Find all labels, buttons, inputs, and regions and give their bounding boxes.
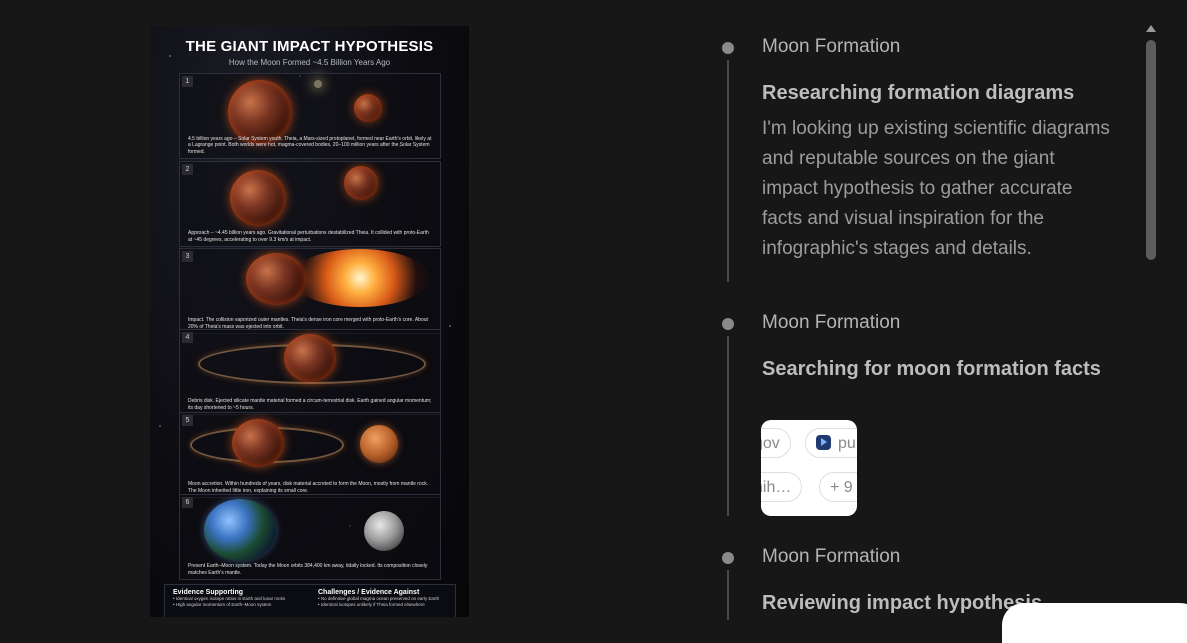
modern-moon-icon [364, 511, 404, 551]
stage-6-panel: 6 Present Earth–Moon system. Today the M… [179, 494, 441, 580]
sources-card[interactable]: gov pu nih… + 9 [761, 420, 857, 516]
step-heading: Researching formation diagrams [762, 82, 1075, 104]
stage-3-art [180, 249, 440, 307]
scroll-up-icon[interactable] [1146, 25, 1156, 32]
stage-description: Present Earth–Moon system. Today the Moo… [188, 563, 428, 576]
modern-earth-icon [204, 499, 276, 561]
evidence-against-title: Challenges / Evidence Against [318, 589, 420, 596]
timeline-dot-icon [722, 42, 734, 54]
stage-3-panel: 3 Impact. The collision vaporized outer … [179, 248, 441, 334]
proto-earth-icon [228, 80, 292, 144]
earth-icon [232, 419, 284, 467]
scrollbar-thumb[interactable] [1146, 40, 1156, 260]
step-category: Moon Formation [762, 546, 901, 567]
evidence-supporting: Evidence Supporting • Identical oxygen i… [173, 589, 313, 608]
stage-6-art [180, 495, 440, 561]
input-panel-edge[interactable] [1002, 603, 1187, 643]
more-sources-chip[interactable]: + 9 [819, 472, 857, 502]
timeline-step-2: Moon Formation Searching for moon format… [720, 312, 1120, 518]
theia-icon [344, 166, 378, 200]
infographic-subtitle: How the Moon Formed ~4.5 Billion Years A… [228, 58, 391, 67]
pubmed-icon [816, 435, 831, 450]
timeline-dot-icon [722, 552, 734, 564]
stage-1-panel: 1 4.5 billion years ago – Solar System y… [179, 73, 441, 159]
stage-5-art [180, 413, 440, 469]
source-chip-label: gov [761, 435, 780, 452]
stage-description: Moon accretion. Within hundreds of years… [188, 481, 429, 494]
timeline-connector [727, 570, 729, 620]
source-chip-label: pu [838, 435, 856, 452]
source-chip-gov[interactable]: gov [761, 428, 791, 458]
stage-4-panel: 4 Debris disk. Ejected silicate mantle m… [179, 329, 441, 415]
step-heading: Searching for moon formation facts [762, 358, 1101, 380]
earth-with-disk-icon [284, 334, 336, 382]
timeline-connector [727, 336, 729, 516]
evidence-supporting-title: Evidence Supporting [173, 589, 244, 596]
proto-earth-icon [230, 170, 286, 226]
step-description: I'm looking up existing scientific diagr… [762, 118, 1110, 259]
stage-description: Approach – ~4.45 billion years ago. Grav… [188, 230, 429, 243]
impact-explosion-icon [290, 249, 430, 307]
evidence-box: Evidence Supporting • Identical oxygen i… [164, 584, 456, 617]
step-category: Moon Formation [762, 36, 901, 57]
step-category: Moon Formation [762, 312, 901, 333]
stage-description: 4.5 billion years ago – Solar System you… [188, 135, 432, 155]
stage-description: Debris disk. Ejected silicate mantle mat… [188, 398, 432, 411]
young-moon-icon [360, 425, 398, 463]
infographic-title: THE GIANT IMPACT HYPOTHESIS [185, 38, 434, 55]
source-chip-label: nih… [761, 479, 792, 496]
evidence-item: • High angular momentum of Earth–Moon sy… [173, 602, 272, 607]
evidence-against: Challenges / Evidence Against • No defin… [318, 589, 458, 608]
timeline-dot-icon [722, 318, 734, 330]
source-chip-pubmed[interactable]: pu [805, 428, 857, 458]
stage-5-panel: 5 Moon accretion. Within hundreds of yea… [179, 412, 441, 498]
more-sources-count: + 9 [830, 479, 853, 496]
theia-icon [354, 94, 382, 122]
stage-4-art [180, 330, 440, 386]
infographic-image[interactable]: THE GIANT IMPACT HYPOTHESIS How the Moon… [150, 26, 469, 617]
stage-2-panel: 2 Approach – ~4.45 billion years ago. Gr… [179, 161, 441, 247]
timeline-step-1: Moon Formation Researching formation dia… [720, 36, 1120, 287]
stage-2-art [180, 162, 440, 226]
source-chip-nih[interactable]: nih… [761, 472, 803, 502]
stage-1-art [180, 74, 440, 144]
evidence-item: • Identical isotopes unlikely if Theia f… [318, 602, 425, 607]
timeline-connector [727, 60, 729, 282]
